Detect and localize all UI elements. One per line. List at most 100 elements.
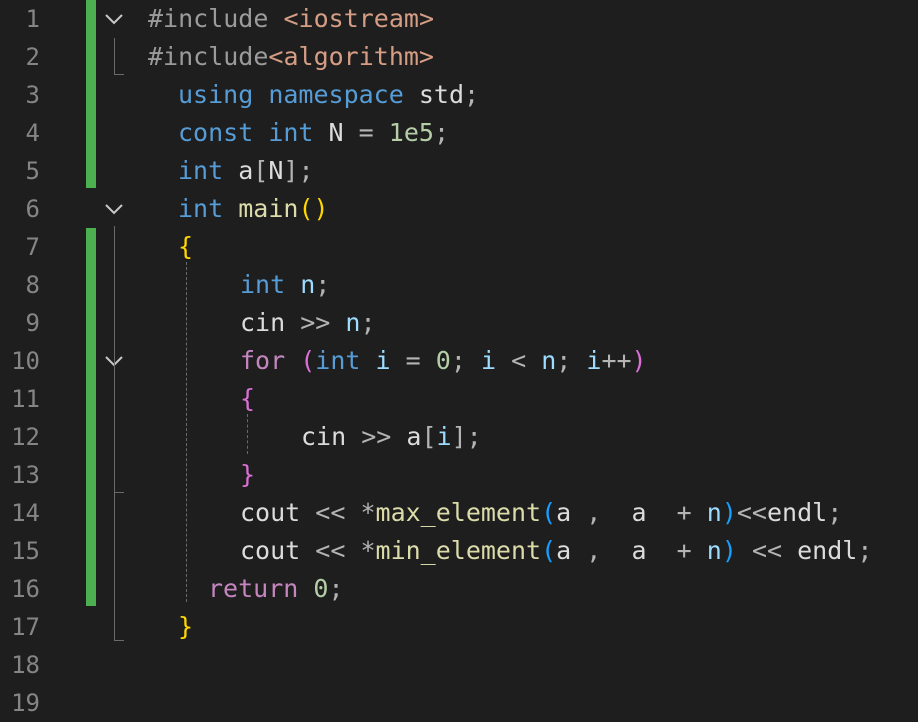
chevron-down-icon[interactable]	[103, 0, 125, 38]
bracket: (	[541, 498, 557, 527]
variable: i	[586, 346, 602, 375]
variable: i	[375, 346, 391, 375]
indent-guide	[247, 414, 248, 454]
identifier: a	[406, 422, 422, 451]
code-line-10[interactable]: for (int i = 0; i < n; i++)	[240, 342, 647, 380]
fold-region-guide	[114, 74, 124, 75]
code-line-4[interactable]: const int N = 1e5;	[178, 114, 449, 152]
keyword: int	[178, 194, 224, 223]
change-indicator-bar	[86, 0, 96, 188]
operator: <<	[315, 536, 346, 565]
bracket: (	[541, 536, 557, 565]
fold-region-guide	[114, 378, 115, 492]
code-line-5[interactable]: int a[N];	[178, 152, 314, 190]
punctuation: ;	[328, 574, 344, 603]
code-line-17[interactable]: }	[178, 608, 193, 646]
line-number: 1	[25, 5, 40, 33]
line-number: 6	[25, 195, 40, 223]
code-line-16[interactable]: return 0;	[208, 570, 344, 608]
bracket: )	[721, 498, 737, 527]
variable: i	[436, 422, 452, 451]
punctuation: ;	[464, 80, 480, 109]
variable: n	[706, 498, 722, 527]
punctuation: ,	[586, 536, 602, 565]
preprocessor-directive: #include	[148, 42, 269, 71]
variable: i	[480, 346, 496, 375]
line-number: 13	[11, 461, 40, 489]
bracket: ()	[298, 194, 329, 223]
operator: *	[360, 536, 376, 565]
keyword: int	[315, 346, 361, 375]
code-line-3[interactable]: using namespace std;	[178, 76, 479, 114]
code-line-1[interactable]: #include <iostream>	[148, 0, 434, 38]
code-editor[interactable]: 1 2 3 4 5 6 7 8 9 10 11 12 13 14 15 16 1…	[0, 0, 918, 717]
code-line-13[interactable]: }	[240, 456, 255, 494]
function-name: max_element	[375, 498, 542, 527]
include-header: <algorithm>	[268, 42, 434, 71]
chevron-down-icon[interactable]	[103, 190, 125, 228]
punctuation: ,	[586, 498, 602, 527]
operator: <	[511, 346, 527, 375]
code-line-2[interactable]: #include<algorithm>	[148, 38, 434, 76]
identifier: a	[556, 536, 572, 565]
line-number: 17	[11, 613, 40, 641]
operator: ++	[601, 346, 632, 375]
line-number: 7	[25, 233, 40, 261]
operator: <<	[315, 498, 346, 527]
number-literal: 1e5	[388, 118, 434, 147]
identifier: std	[418, 80, 465, 109]
variable: n	[345, 308, 361, 337]
preprocessor-directive: #include	[148, 4, 269, 33]
identifier: endl	[766, 498, 828, 527]
keyword: int	[240, 270, 286, 299]
identifier: N	[268, 156, 284, 185]
line-number: 3	[25, 81, 40, 109]
line-number: 9	[25, 309, 40, 337]
variable: n	[541, 346, 557, 375]
code-line-12[interactable]: cin >> a[i];	[301, 418, 482, 456]
operator: >>	[300, 308, 331, 337]
punctuation: ;	[466, 422, 482, 451]
line-number: 12	[11, 423, 40, 451]
line-number: 19	[11, 689, 40, 717]
variable: n	[706, 536, 722, 565]
identifier: a	[631, 498, 647, 527]
identifier: a	[238, 156, 254, 185]
punctuation: ;	[450, 346, 466, 375]
bracket: )	[631, 346, 647, 375]
code-line-15[interactable]: cout << *min_element(a , a + n) << endl;	[240, 532, 872, 570]
keyword: namespace	[268, 80, 404, 109]
bracket: {	[178, 232, 194, 261]
punctuation: ;	[827, 498, 843, 527]
code-line-9[interactable]: cin >> n;	[240, 304, 376, 342]
operator: +	[676, 498, 692, 527]
bracket: )	[721, 536, 737, 565]
code-line-14[interactable]: cout << *max_element(a , a + n)<<endl;	[240, 494, 842, 532]
operator: =	[358, 118, 374, 147]
line-number: 4	[25, 119, 40, 147]
bracket: }	[240, 460, 256, 489]
line-number: 8	[25, 271, 40, 299]
include-header: <iostream>	[283, 4, 434, 33]
indent-guide	[186, 262, 187, 602]
identifier: cout	[240, 536, 301, 565]
operator: >>	[361, 422, 392, 451]
control-keyword: for	[240, 346, 286, 375]
code-line-6[interactable]: int main()	[178, 190, 329, 228]
bracket: (	[300, 346, 316, 375]
operator: +	[676, 536, 692, 565]
punctuation: [	[253, 156, 269, 185]
punctuation: ;	[315, 270, 331, 299]
punctuation: ;	[298, 156, 314, 185]
punctuation: ]	[283, 156, 299, 185]
code-line-7[interactable]: {	[178, 228, 193, 266]
variable: n	[300, 270, 316, 299]
code-line-11[interactable]: {	[240, 380, 255, 418]
identifier: a	[556, 498, 572, 527]
bracket: }	[178, 612, 194, 641]
code-line-8[interactable]: int n;	[240, 266, 330, 304]
change-indicator-bar	[86, 228, 96, 606]
control-keyword: return	[208, 574, 299, 603]
identifier: endl	[797, 536, 858, 565]
fold-region-guide	[114, 38, 115, 74]
